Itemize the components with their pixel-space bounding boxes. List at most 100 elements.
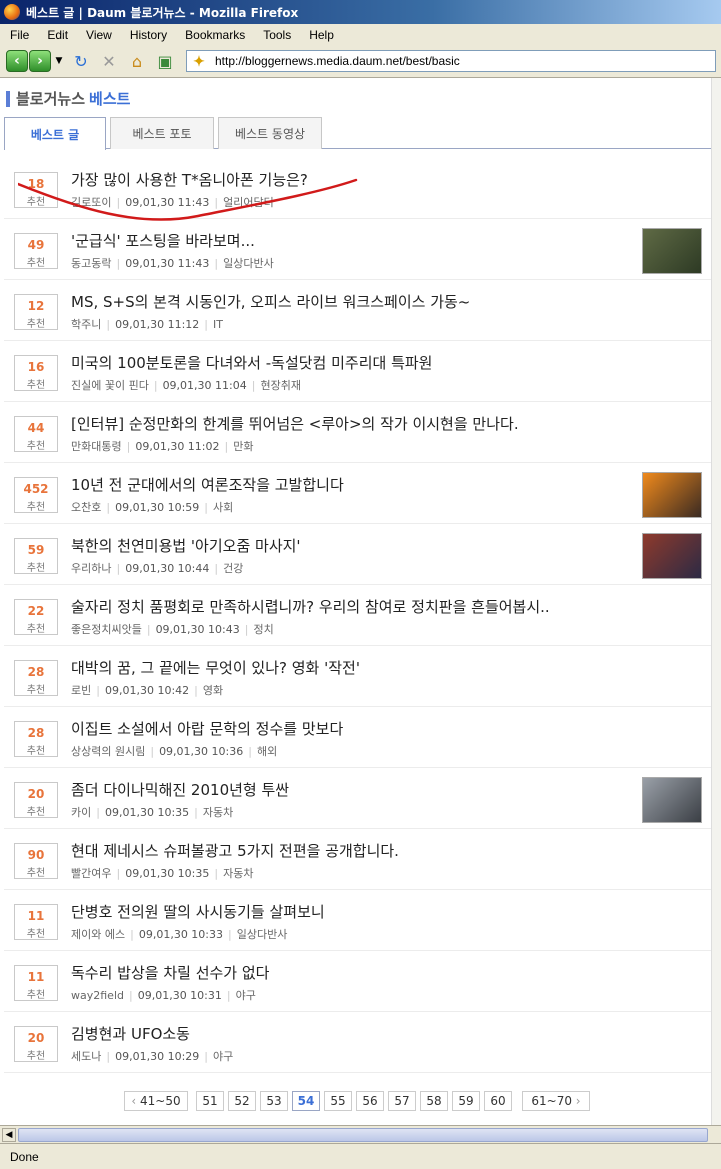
article-category[interactable]: IT xyxy=(213,318,223,331)
article-category[interactable]: 정치 xyxy=(253,623,273,636)
article-title[interactable]: 좀더 다이나믹해진 2010년형 투싼 xyxy=(71,779,289,800)
article-title[interactable]: 미국의 100분토론을 다녀와서 -독설닷컴 미주리대 특파원 xyxy=(71,352,433,373)
vote-box[interactable]: 11 추천 xyxy=(14,904,58,940)
article-title[interactable]: [인터뷰] 순정만화의 한계를 뛰어넘은 <루아>의 작가 이시현을 만나다. xyxy=(71,413,519,434)
article-title[interactable]: 가장 많이 사용한 T*옴니아폰 기능은? xyxy=(71,169,308,190)
pager-page[interactable]: 57 xyxy=(388,1091,416,1111)
article-title[interactable]: 단병호 전의원 딸의 사시동기들 살펴보니 xyxy=(71,901,325,922)
article-author[interactable]: 학주니 xyxy=(71,318,101,331)
article-category[interactable]: 건강 xyxy=(223,562,243,575)
article-category[interactable]: 영화 xyxy=(203,684,223,697)
pager-page[interactable]: 60 xyxy=(484,1091,512,1111)
article-title[interactable]: 독수리 밥상을 차릴 선수가 없다 xyxy=(71,962,269,983)
article-author[interactable]: 김로또이 xyxy=(71,196,111,209)
article-author[interactable]: 제이와 에스 xyxy=(71,928,125,941)
pager-page[interactable]: 59 xyxy=(452,1091,480,1111)
article-category[interactable]: 야구 xyxy=(236,989,256,1002)
scroll-thumb[interactable] xyxy=(18,1128,708,1142)
back-button[interactable]: ‹ xyxy=(6,50,28,72)
vote-box[interactable]: 18 추천 xyxy=(14,172,58,208)
tab-best-videos[interactable]: 베스트 동영상 xyxy=(218,117,322,149)
article-category[interactable]: 현장취재 xyxy=(260,379,300,392)
article-category[interactable]: 자동차 xyxy=(223,867,253,880)
bookmark-page-icon[interactable]: ▣ xyxy=(154,50,176,72)
article-author[interactable]: 우리하나 xyxy=(71,562,111,575)
menu-file[interactable]: File xyxy=(0,28,37,42)
menu-bookmarks[interactable]: Bookmarks xyxy=(175,28,253,42)
vote-box[interactable]: 22 추천 xyxy=(14,599,58,635)
tab-best-posts[interactable]: 베스트 글 xyxy=(4,117,106,150)
history-dropdown-icon[interactable]: ▼ xyxy=(54,50,64,72)
vertical-scrollbar[interactable] xyxy=(711,78,721,1125)
article-title[interactable]: 북한의 천연미용법 '아기오줌 마사지' xyxy=(71,535,301,556)
vote-box[interactable]: 20 추천 xyxy=(14,782,58,818)
menu-history[interactable]: History xyxy=(120,28,175,42)
article-thumbnail[interactable] xyxy=(642,533,702,579)
pager-page[interactable]: 56 xyxy=(356,1091,384,1111)
article-author[interactable]: 세도나 xyxy=(71,1050,101,1063)
vote-box[interactable]: 59 추천 xyxy=(14,538,58,574)
article-author[interactable]: 만화대통령 xyxy=(71,440,122,453)
article-author[interactable]: 진실에 꽃이 핀다 xyxy=(71,379,149,392)
pager-page[interactable]: 52 xyxy=(228,1091,256,1111)
reload-icon[interactable]: ↻ xyxy=(70,50,92,72)
article-category[interactable]: 얼리어답터 xyxy=(223,196,274,209)
article-thumbnail[interactable] xyxy=(642,472,702,518)
article-category[interactable]: 사회 xyxy=(213,501,233,514)
article-author[interactable]: 빨간여우 xyxy=(71,867,111,880)
vote-box[interactable]: 16 추천 xyxy=(14,355,58,391)
address-bar[interactable]: ✦ http://bloggernews.media.daum.net/best… xyxy=(186,50,716,72)
article-category[interactable]: 자동차 xyxy=(203,806,233,819)
horizontal-scrollbar[interactable]: ◀ xyxy=(0,1125,721,1143)
vote-box[interactable]: 11 추천 xyxy=(14,965,58,1001)
vote-box[interactable]: 28 추천 xyxy=(14,721,58,757)
scroll-left-icon[interactable]: ◀ xyxy=(2,1128,16,1142)
stop-icon[interactable]: ✕ xyxy=(98,50,120,72)
pager-page[interactable]: 58 xyxy=(420,1091,448,1111)
article-author[interactable]: 로빈 xyxy=(71,684,91,697)
pager-prev-group[interactable]: ‹ 41~50 xyxy=(124,1091,188,1111)
article-title[interactable]: 김병현과 UFO소동 xyxy=(71,1023,190,1044)
article-author[interactable]: 오찬호 xyxy=(71,501,101,514)
article-thumbnail[interactable] xyxy=(642,228,702,274)
article-title[interactable]: '군급식' 포스팅을 바라보며... xyxy=(71,230,255,251)
article-title[interactable]: 술자리 정치 품평회로 만족하시렵니까? 우리의 참여로 정치판을 흔들어봅시.… xyxy=(71,596,550,617)
article-title[interactable]: 이집트 소설에서 아랍 문학의 정수를 맛보다 xyxy=(71,718,343,739)
article-category[interactable]: 일상다반사 xyxy=(237,928,288,941)
site-brand[interactable]: 블로거뉴스 베스트 xyxy=(6,88,130,109)
article-category[interactable]: 만화 xyxy=(233,440,253,453)
vote-box[interactable]: 452 추천 xyxy=(14,477,58,513)
article-thumbnail[interactable] xyxy=(642,777,702,823)
menu-edit[interactable]: Edit xyxy=(37,28,76,42)
pager-page[interactable]: 54 xyxy=(292,1091,320,1111)
article-title[interactable]: MS, S+S의 본격 시동인가, 오피스 라이브 워크스페이스 가동~ xyxy=(71,291,470,312)
article-category[interactable]: 일상다반사 xyxy=(223,257,274,270)
article-author[interactable]: 동고동락 xyxy=(71,257,111,270)
article-author[interactable]: 상상력의 원시림 xyxy=(71,745,145,758)
vote-box[interactable]: 90 추천 xyxy=(14,843,58,879)
article-title[interactable]: 현대 제네시스 슈퍼볼광고 5가지 전편을 공개합니다. xyxy=(71,840,399,861)
pager-page[interactable]: 55 xyxy=(324,1091,352,1111)
vote-box[interactable]: 12 추천 xyxy=(14,294,58,330)
forward-button[interactable]: › xyxy=(29,50,51,72)
vote-box[interactable]: 20 추천 xyxy=(14,1026,58,1062)
vote-box[interactable]: 49 추천 xyxy=(14,233,58,269)
article-author[interactable]: way2field xyxy=(71,989,124,1002)
pager-page[interactable]: 53 xyxy=(260,1091,288,1111)
article-author[interactable]: 좋은정치씨앗들 xyxy=(71,623,142,636)
vote-box[interactable]: 28 추천 xyxy=(14,660,58,696)
article-title[interactable]: 대박의 꿈, 그 끝에는 무엇이 있나? 영화 '작전' xyxy=(71,657,360,678)
menu-view[interactable]: View xyxy=(76,28,120,42)
pager-page[interactable]: 51 xyxy=(196,1091,224,1111)
home-icon[interactable]: ⌂ xyxy=(126,50,148,72)
article-category[interactable]: 야구 xyxy=(213,1050,233,1063)
tab-best-photos[interactable]: 베스트 포토 xyxy=(110,117,214,149)
pager-next-group[interactable]: 61~70 › xyxy=(522,1091,590,1111)
article-author[interactable]: 카이 xyxy=(71,806,91,819)
article-category[interactable]: 해외 xyxy=(257,745,277,758)
vote-box[interactable]: 44 추천 xyxy=(14,416,58,452)
menu-tools[interactable]: Tools xyxy=(253,28,299,42)
meta-divider: | xyxy=(251,379,256,392)
menu-help[interactable]: Help xyxy=(299,28,342,42)
article-title[interactable]: 10년 전 군대에서의 여론조작을 고발합니다 xyxy=(71,474,344,495)
